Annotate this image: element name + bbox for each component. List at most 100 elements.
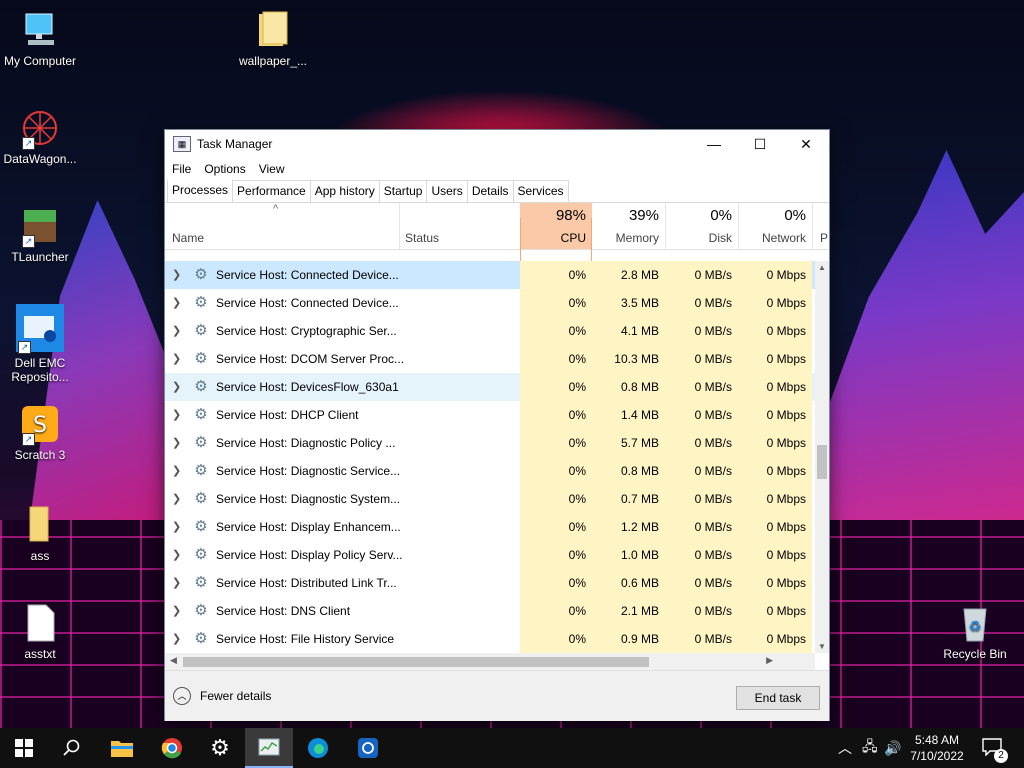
- process-cpu: 0%: [520, 457, 592, 485]
- table-row[interactable]: ❯ ⚙ Service Host: Diagnostic Service... 0% 0…: [165, 457, 815, 485]
- table-row[interactable]: ❯ ⚙ Service Host: Connected Device... 0% 3.5…: [165, 289, 815, 317]
- process-name: Service Host: File History Service: [216, 632, 395, 646]
- expand-chevron-icon[interactable]: ❯: [172, 261, 184, 289]
- taskbar-clock[interactable]: 5:48 AM 7/10/2022: [902, 732, 972, 764]
- gear-icon: ⚙: [194, 602, 208, 619]
- desktop-icon-recycle-bin[interactable]: ♻ Recycle Bin: [935, 603, 1015, 661]
- column-header-memory[interactable]: 39% Memory: [592, 203, 665, 249]
- footer-bar: ︿ Fewer details End task: [165, 670, 829, 721]
- volume-tray-button[interactable]: 🔊: [884, 728, 901, 768]
- taskbar-task-manager[interactable]: [245, 728, 293, 768]
- text-file-icon: [20, 603, 60, 643]
- search-button[interactable]: [48, 728, 96, 768]
- table-row[interactable]: ❯ ⚙ Service Host: File History Service 0% 0.…: [165, 625, 815, 653]
- table-row[interactable]: ❯ ⚙ Service Host: Distributed Link Tr... 0%…: [165, 569, 815, 597]
- show-hidden-icons-button[interactable]: ︿: [838, 728, 852, 768]
- svg-text:S: S: [33, 413, 47, 438]
- desktop-icon-asstxt[interactable]: asstxt: [0, 603, 80, 661]
- expand-chevron-icon[interactable]: ❯: [172, 457, 184, 485]
- expand-chevron-icon[interactable]: ❯: [172, 289, 184, 317]
- end-task-button[interactable]: End task: [736, 686, 820, 710]
- tab-processes[interactable]: Processes: [167, 179, 234, 202]
- horizontal-scroll-thumb[interactable]: [183, 657, 649, 667]
- taskbar-edge[interactable]: [294, 728, 342, 768]
- tab-services[interactable]: Services: [512, 180, 569, 202]
- column-header-status[interactable]: Status: [400, 203, 520, 249]
- taskbar-file-explorer[interactable]: [98, 728, 146, 768]
- process-network: 0 Mbps: [738, 485, 812, 513]
- cpu-total-percent: 98%: [555, 207, 586, 224]
- expand-chevron-icon[interactable]: ❯: [172, 345, 184, 373]
- desktop-icon-dell-emc[interactable]: ↗ Dell EMC Reposito...: [0, 304, 80, 384]
- expand-chevron-icon[interactable]: ❯: [172, 373, 184, 401]
- vertical-scrollbar[interactable]: ▲ ▼: [815, 261, 829, 653]
- column-header-disk[interactable]: 0% Disk: [665, 203, 738, 249]
- menu-options[interactable]: Options: [204, 162, 245, 176]
- action-center-button[interactable]: 2: [982, 728, 1008, 768]
- fewer-details-toggle[interactable]: ︿ Fewer details: [173, 687, 271, 705]
- task-manager-icon: [258, 738, 280, 756]
- table-row[interactable]: ❯ ⚙ Service Host: DCOM Server Proc... 0% 10.…: [165, 345, 815, 373]
- vertical-scroll-thumb[interactable]: [817, 445, 827, 479]
- expand-chevron-icon[interactable]: ❯: [172, 317, 184, 345]
- gear-icon: ⚙: [194, 266, 208, 283]
- gear-icon: ⚙: [194, 294, 208, 311]
- scroll-left-arrow-icon[interactable]: ◀: [170, 655, 177, 666]
- process-memory: 1.2 MB: [592, 513, 665, 541]
- expand-chevron-icon[interactable]: ❯: [172, 597, 184, 625]
- desktop-icon-datawagon[interactable]: ↗ DataWagon...: [0, 108, 80, 166]
- table-row[interactable]: ❯ ⚙ Service Host: DNS Client 0% 2.1 MB 0 MB/s…: [165, 597, 815, 625]
- expand-chevron-icon[interactable]: ❯: [172, 569, 184, 597]
- scroll-up-arrow-icon[interactable]: ▲: [815, 263, 829, 272]
- desktop-icon-scratch[interactable]: S ↗ Scratch 3: [0, 404, 80, 462]
- process-network: 0 Mbps: [738, 569, 812, 597]
- expand-chevron-icon[interactable]: ❯: [172, 401, 184, 429]
- column-separator[interactable]: [812, 203, 813, 249]
- maximize-button[interactable]: ☐: [737, 130, 783, 158]
- process-disk: 0 MB/s: [665, 597, 738, 625]
- taskbar-remote-app[interactable]: [344, 728, 392, 768]
- scroll-down-arrow-icon[interactable]: ▼: [815, 642, 829, 651]
- process-cpu: 0%: [520, 485, 592, 513]
- table-row[interactable]: ❯ ⚙ Service Host: DHCP Client 0% 1.4 MB 0 MB/…: [165, 401, 815, 429]
- desktop-icon-my-computer[interactable]: My Computer: [0, 10, 80, 68]
- process-memory: 4.1 MB: [592, 317, 665, 345]
- expand-chevron-icon[interactable]: ❯: [172, 625, 184, 653]
- expand-chevron-icon[interactable]: ❯: [172, 429, 184, 457]
- column-header-network[interactable]: 0% Network: [738, 203, 812, 249]
- network-tray-button[interactable]: 🖧: [862, 728, 878, 768]
- tab-details[interactable]: Details: [466, 180, 514, 202]
- minimize-button[interactable]: —: [691, 130, 737, 158]
- table-row[interactable]: ❯ ⚙ Service Host: DevicesFlow_630a1 0% 0.8 M…: [165, 373, 815, 401]
- column-header-name[interactable]: ^ Name: [165, 203, 399, 249]
- expand-chevron-icon[interactable]: ❯: [172, 485, 184, 513]
- tab-users[interactable]: Users: [426, 180, 468, 202]
- scroll-right-arrow-icon[interactable]: ▶: [766, 655, 773, 666]
- column-header-cpu[interactable]: 98% CPU: [520, 203, 592, 249]
- table-row[interactable]: ❯ ⚙ Service Host: Diagnostic System... 0% 0.…: [165, 485, 815, 513]
- tab-app-history[interactable]: App history: [309, 180, 380, 202]
- start-button[interactable]: [0, 728, 48, 768]
- table-row[interactable]: ❯ ⚙ Service Host: Display Policy Serv... 0%…: [165, 541, 815, 569]
- title-bar[interactable]: ▦ Task Manager — ☐ ✕: [165, 130, 829, 158]
- gear-icon: ⚙: [194, 574, 208, 591]
- expand-chevron-icon[interactable]: ❯: [172, 541, 184, 569]
- table-row[interactable]: ❯ ⚙ Service Host: Cryptographic Ser... 0% 4.…: [165, 317, 815, 345]
- table-row[interactable]: ❯ ⚙ Service Host: Display Enhancem... 0% 1.2…: [165, 513, 815, 541]
- menu-view[interactable]: View: [259, 162, 285, 176]
- close-button[interactable]: ✕: [783, 130, 829, 158]
- desktop-icon-wallpaper-folder[interactable]: wallpaper_...: [233, 10, 313, 68]
- process-cpu: 0%: [520, 541, 592, 569]
- taskbar-chrome[interactable]: [148, 728, 196, 768]
- column-header-power[interactable]: P: [815, 203, 829, 249]
- tab-performance[interactable]: Performance: [232, 180, 311, 202]
- desktop-icon-tlauncher[interactable]: ↗ TLauncher: [0, 206, 80, 264]
- expand-chevron-icon[interactable]: ❯: [172, 513, 184, 541]
- taskbar-settings[interactable]: ⚙: [196, 728, 244, 768]
- tab-startup[interactable]: Startup: [378, 180, 428, 202]
- desktop-icon-ass-folder[interactable]: ass: [0, 505, 80, 563]
- menu-file[interactable]: File: [172, 162, 191, 176]
- table-row[interactable]: ❯ ⚙ Service Host: Connected Device... 0% 2.8…: [165, 261, 815, 289]
- horizontal-scrollbar[interactable]: ◀ ▶: [165, 653, 815, 670]
- table-row[interactable]: ❯ ⚙ Service Host: Diagnostic Policy ... 0% 5…: [165, 429, 815, 457]
